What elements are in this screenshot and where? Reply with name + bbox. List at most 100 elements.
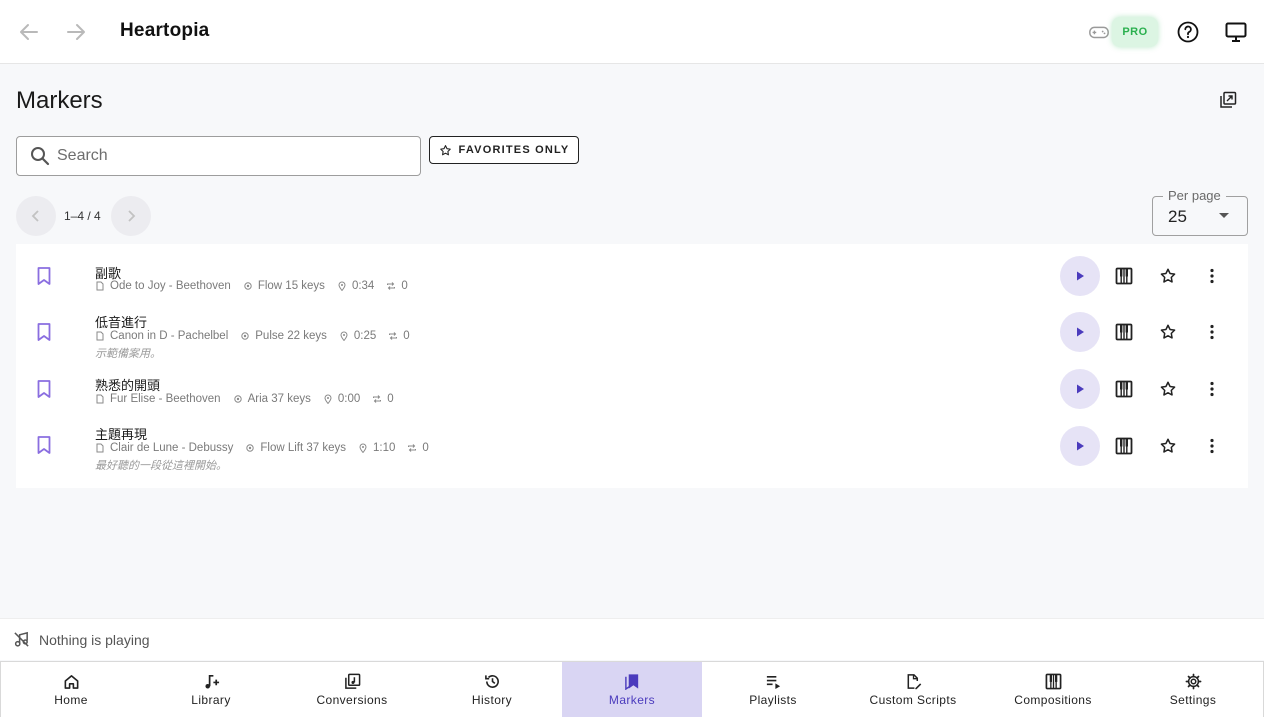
next-page-button[interactable] [111,196,151,236]
marker-list: 副歌 Ode to Joy - Beethoven Flow 15 keys 0… [16,244,1248,488]
playlist-play-icon [766,675,780,690]
now-playing-text: Nothing is playing [39,632,150,648]
marker-song: Fur Elise - Beethoven [110,393,221,405]
search-field[interactable] [16,136,421,176]
play-button[interactable] [1060,256,1100,296]
marker-time: 0:34 [351,280,375,292]
marker-row[interactable]: 熟悉的開頭 Fur Elise - Beethoven Aria 37 keys… [16,366,1248,422]
per-page-value: 25 [1168,207,1187,226]
marker-song: Ode to Joy - Beethoven [110,280,231,292]
piano-button[interactable] [1115,323,1133,341]
marker-preset: Flow 15 keys [257,280,325,292]
play-button[interactable] [1060,426,1100,466]
favorite-star-button[interactable] [1159,437,1177,455]
repeat-icon [389,332,398,340]
more-options-button[interactable] [1203,380,1221,398]
file-icon [96,281,104,291]
marker-time: 0:25 [353,330,377,342]
play-button[interactable] [1060,312,1100,352]
marker-time: 1:10 [373,442,396,454]
tab-history[interactable]: History [422,662,562,717]
pro-badge[interactable]: PRO [1112,17,1158,47]
piano-button[interactable] [1115,380,1133,398]
repeat-icon [387,282,396,290]
marker-note: 示範備案用。 [95,348,161,360]
help-icon[interactable] [1176,20,1200,44]
tab-settings[interactable]: Settings [1123,662,1263,717]
piano-button[interactable] [1115,437,1133,455]
marker-title: 低音進行 [95,315,148,330]
app-title: Heartopia [120,20,210,41]
marker-loops: 0 [401,280,408,292]
more-options-button[interactable] [1203,323,1221,341]
tab-home[interactable]: Home [1,662,141,717]
cog-icon [241,332,249,340]
bookmark-icon [36,435,52,455]
favorite-star-button[interactable] [1159,267,1177,285]
pin-icon [338,281,346,291]
bottom-navigation: Home Library Conversions History Markers… [0,661,1264,717]
page-title: Markers [16,87,103,114]
tab-markers[interactable]: Markers [562,662,702,717]
cog-icon [233,395,242,403]
piano-icon [1045,673,1061,690]
convert-icon [344,673,360,689]
export-icon[interactable] [1219,91,1237,109]
marker-loops: 0 [403,330,410,342]
play-button[interactable] [1060,369,1100,409]
gear-icon [1185,673,1201,690]
piano-button[interactable] [1115,267,1133,285]
more-options-button[interactable] [1203,437,1221,455]
pagination-label: 1–4 / 4 [64,209,101,223]
marker-song: Clair de Lune - Debussy [110,442,234,454]
tab-library[interactable]: Library [141,662,281,717]
music-note-plus-icon [204,674,219,689]
favorite-star-button[interactable] [1159,380,1177,398]
back-arrow-icon[interactable] [17,20,41,44]
previous-page-button[interactable] [16,196,56,236]
marker-row[interactable]: 主題再現 Clair de Lune - Debussy Flow Lift 3… [16,422,1248,484]
chevron-left-icon [31,210,39,222]
now-playing-bar: Nothing is playing [0,618,1264,660]
file-icon [96,443,104,453]
search-input[interactable] [57,143,412,169]
marker-preset: Flow Lift 37 keys [260,442,347,454]
marker-row[interactable]: 低音進行 Canon in D - Pachelbel Pulse 22 key… [16,306,1248,366]
tab-label: Compositions [1014,693,1092,707]
music-off-icon [13,631,30,648]
cog-icon [244,282,252,290]
tab-label: Library [191,693,231,707]
per-page-select[interactable]: Per page 25 [1152,188,1248,236]
marker-meta: Canon in D - Pachelbel Pulse 22 keys 0:2… [95,330,422,342]
cog-icon [246,444,255,452]
tab-label: History [471,693,513,707]
marker-preset: Pulse 22 keys [255,330,327,342]
tab-label: Conversions [316,693,388,707]
more-options-button[interactable] [1203,267,1221,285]
marker-row[interactable]: 副歌 Ode to Joy - Beethoven Flow 15 keys 0… [16,244,1248,306]
tab-label: Custom Scripts [869,693,957,707]
favorite-star-button[interactable] [1159,323,1177,341]
play-icon [1077,327,1084,337]
tab-compositions[interactable]: Compositions [983,662,1123,717]
caret-down-icon [1219,213,1229,218]
marker-loops: 0 [387,393,394,405]
tab-label: Settings [1169,693,1217,707]
tab-custom-scripts[interactable]: Custom Scripts [843,662,983,717]
bookmarks-icon [624,674,638,690]
favorites-only-label: FAVORITES ONLY [458,144,570,156]
marker-title: 主題再現 [95,427,148,442]
forward-arrow-icon[interactable] [64,20,88,44]
star-outline-icon [439,144,451,155]
file-icon [96,331,104,341]
marker-preset: Aria 37 keys [247,393,311,405]
gamepad-icon[interactable] [1088,22,1110,42]
tab-playlists[interactable]: Playlists [703,662,843,717]
tab-conversions[interactable]: Conversions [282,662,422,717]
monitor-icon[interactable] [1224,20,1248,44]
script-edit-icon [907,674,921,690]
marker-song: Canon in D - Pachelbel [110,330,229,342]
favorites-only-button[interactable]: FAVORITES ONLY [429,136,579,164]
marker-note: 最好聽的一段從這裡開始。 [95,460,227,472]
marker-loops: 0 [422,442,429,454]
